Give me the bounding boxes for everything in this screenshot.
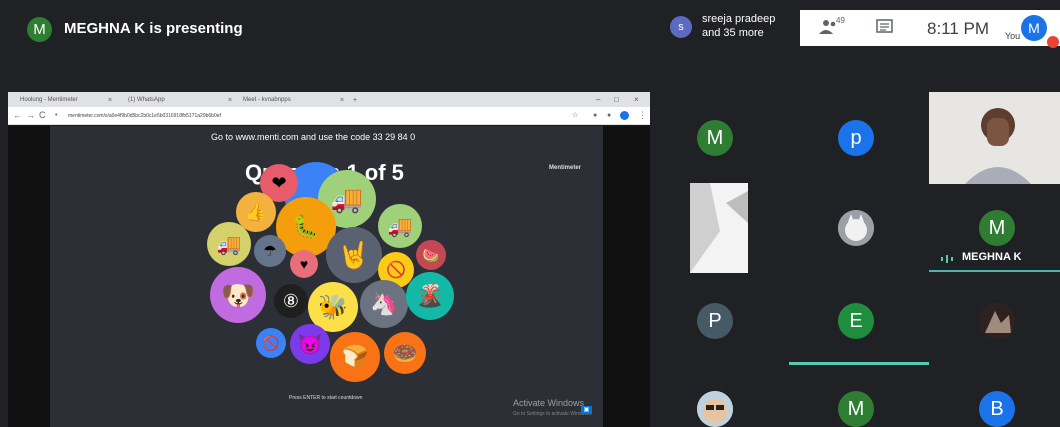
- participant-name: sreeja pradeep: [702, 13, 776, 25]
- browser-toolbar: ← → C • mentimeter.com/s/a0e4f9b0d5bc2b0…: [8, 107, 650, 125]
- star-icon[interactable]: ☆: [572, 110, 578, 121]
- room-video-icon: [690, 183, 748, 273]
- no-bell-emoji: 🚫: [256, 328, 286, 358]
- watermelon-emoji: 🍉: [416, 240, 446, 270]
- close-icon[interactable]: ×: [634, 93, 639, 106]
- umbrella-emoji: ☂: [254, 235, 286, 267]
- meeting-controls-panel: 49 8:11 PM You M: [800, 10, 1060, 48]
- audio-bars-icon: [941, 255, 953, 263]
- participant-more: and 35 more: [702, 27, 764, 39]
- menti-instruction: Go to www.menti.com and use the code 33 …: [211, 132, 416, 142]
- address-bar[interactable]: mentimeter.com/s/a0e4f9b0d5bc2b0c1e5b031…: [68, 110, 568, 122]
- tile-avatar[interactable]: M: [697, 120, 733, 156]
- maximize-icon[interactable]: □: [614, 93, 619, 106]
- participant-video[interactable]: [690, 183, 748, 273]
- menu-icon[interactable]: ⋮: [638, 110, 647, 121]
- screen-share: Hoolung - Mentimeter × (1) WhatsApp × Me…: [8, 92, 650, 427]
- mentimeter-logo: Mentimeter: [549, 165, 582, 171]
- cat-avatar[interactable]: [838, 210, 874, 246]
- speaker-highlight: [929, 270, 1060, 272]
- active-tile-indicator: [789, 362, 929, 365]
- tile-avatar[interactable]: M: [979, 210, 1015, 246]
- chat-icon[interactable]: [875, 18, 894, 36]
- donut-emoji: 🍩: [384, 332, 426, 374]
- back-icon[interactable]: ←: [13, 110, 22, 121]
- person-video-icon: [929, 92, 1060, 184]
- unicorn-emoji: 🦄: [360, 280, 408, 328]
- photo-avatar[interactable]: [697, 391, 733, 427]
- you-label: You: [1005, 31, 1021, 41]
- lock-icon: •: [55, 112, 58, 119]
- tile-avatar[interactable]: M: [838, 391, 874, 427]
- photo-icon: [979, 303, 1015, 339]
- meeting-clock: 8:11 PM: [927, 19, 990, 38]
- letterbox-right: [603, 126, 650, 427]
- sunglasses-icon: [697, 391, 733, 427]
- tile-avatar[interactable]: E: [838, 303, 874, 339]
- truck-emoji: 🚚: [207, 222, 251, 266]
- profile-icon[interactable]: [620, 111, 629, 120]
- devil-emoji: 😈: [290, 324, 330, 364]
- minimize-icon[interactable]: –: [596, 93, 600, 106]
- menti-footer: Press ENTER to start countdown: [289, 395, 363, 401]
- tab-mentimeter[interactable]: Hoolung - Mentimeter: [20, 94, 78, 107]
- people-count: 49: [836, 16, 845, 25]
- participants-chip[interactable]: s sreeja pradeep and 35 more: [666, 10, 796, 44]
- volcano-emoji: 🌋: [406, 272, 454, 320]
- rock-hand-emoji: 🤘: [326, 227, 382, 283]
- new-tab-icon[interactable]: +: [353, 94, 357, 107]
- cat-icon: [838, 210, 874, 246]
- pin-icon[interactable]: ●: [607, 110, 611, 121]
- heart-emoji: ♥: [290, 250, 318, 278]
- reload-icon[interactable]: C: [39, 110, 46, 121]
- letterbox-left: [8, 126, 50, 427]
- active-speaker-name: MEGHNA K: [962, 251, 1022, 263]
- presenter-avatar: M: [27, 17, 52, 42]
- notification-dot: [1047, 36, 1059, 48]
- participant-video[interactable]: [929, 92, 1060, 184]
- activate-windows-watermark: Activate Windows: [513, 398, 585, 408]
- dog-emoji: 🐶: [210, 267, 266, 323]
- meet-window: M MEGHNA K is presenting s sreeja pradee…: [0, 0, 1060, 427]
- eight-ball-emoji: ⑧: [274, 284, 308, 318]
- participant-avatar: s: [670, 16, 692, 38]
- tile-avatar[interactable]: B: [979, 391, 1015, 427]
- extension-icon[interactable]: ●: [593, 110, 597, 121]
- tile-avatar[interactable]: p: [838, 120, 874, 156]
- self-avatar[interactable]: M: [1021, 15, 1047, 41]
- bread-emoji: 🍞: [330, 332, 380, 382]
- tab-whatsapp[interactable]: (1) WhatsApp: [128, 94, 165, 107]
- windows-icon: ▣: [581, 406, 592, 414]
- photo-avatar[interactable]: [979, 303, 1015, 339]
- close-icon[interactable]: ×: [108, 94, 112, 107]
- tile-avatar[interactable]: P: [697, 303, 733, 339]
- forward-icon[interactable]: →: [26, 110, 35, 121]
- tab-meet[interactable]: Meet - kvnabnpps: [243, 94, 291, 107]
- close-icon[interactable]: ×: [340, 94, 344, 107]
- browser-tab-strip: Hoolung - Mentimeter × (1) WhatsApp × Me…: [8, 92, 650, 107]
- close-icon[interactable]: ×: [228, 94, 232, 107]
- presenting-label: MEGHNA K is presenting: [64, 20, 243, 37]
